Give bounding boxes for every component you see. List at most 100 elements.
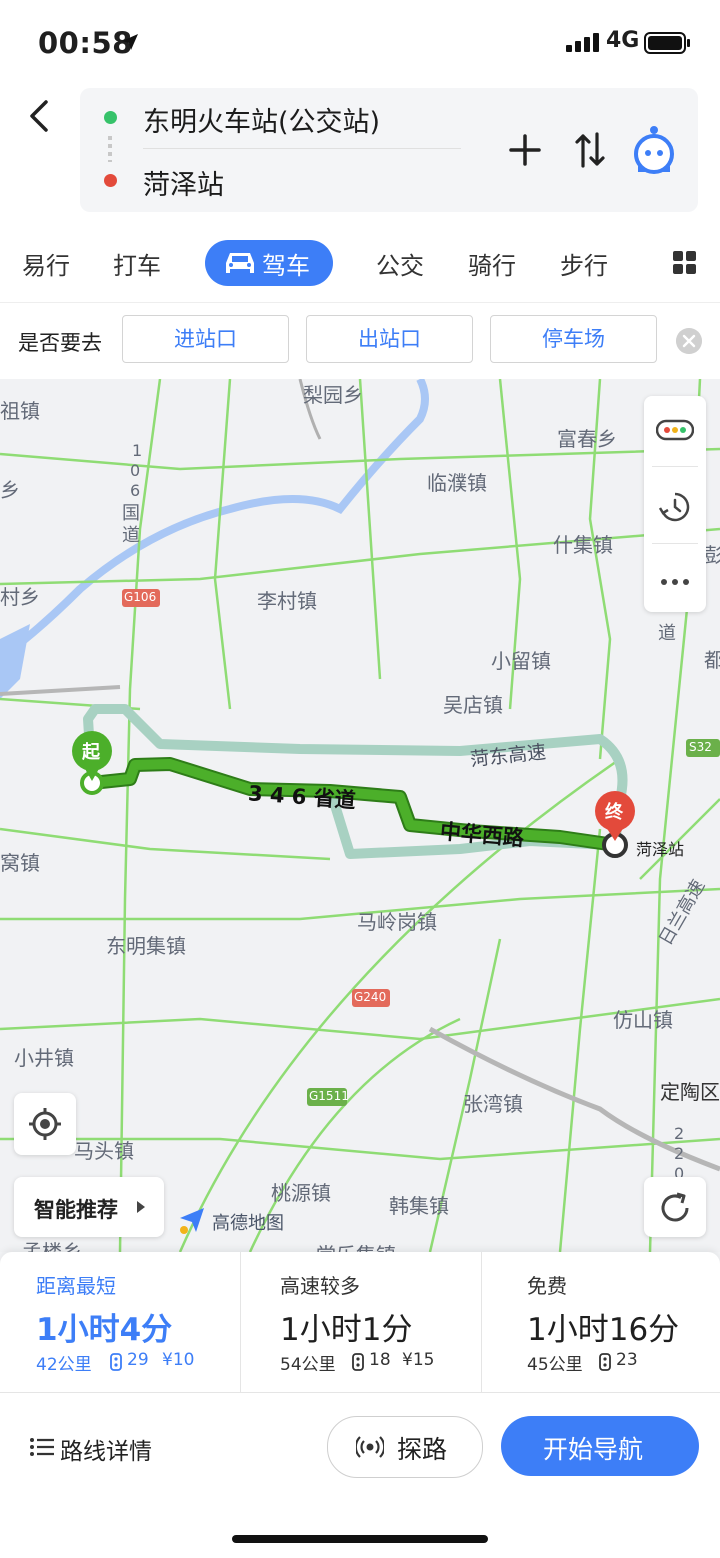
map-label: 0 bbox=[130, 461, 141, 480]
route-option-1-distance: 42公里 bbox=[36, 1355, 92, 1375]
tab-easy-travel[interactable]: 易行 bbox=[22, 246, 70, 281]
route-connector bbox=[108, 136, 112, 162]
option-divider bbox=[481, 1252, 482, 1392]
map-label: 马岭岗镇 bbox=[357, 910, 437, 934]
map-label: 道 bbox=[122, 525, 140, 546]
highway-badge: G106 bbox=[124, 590, 157, 604]
map-label: 都 bbox=[704, 648, 720, 672]
route-option-2-toll: ¥15 bbox=[402, 1350, 435, 1370]
map-label: 梨园乡 bbox=[303, 383, 363, 407]
traffic-layer-icon[interactable] bbox=[656, 418, 694, 442]
tool-divider bbox=[652, 543, 698, 544]
route-option-3-duration[interactable]: 1小时16分 bbox=[527, 1304, 679, 1349]
map-label: 小井镇 bbox=[14, 1046, 74, 1070]
close-prompt-icon[interactable] bbox=[676, 328, 702, 354]
map-label: 马头镇 bbox=[74, 1139, 134, 1163]
traffic-light-icon bbox=[110, 1353, 122, 1371]
smart-recommend-label: 智能推荐 bbox=[34, 1198, 118, 1222]
map-label: 彭 bbox=[704, 543, 720, 567]
route-option-2-duration[interactable]: 1小时1分 bbox=[280, 1304, 412, 1349]
car-icon bbox=[226, 253, 254, 273]
map-label: 临濮镇 bbox=[427, 471, 487, 495]
departure-time-icon[interactable] bbox=[658, 490, 692, 524]
map-label: 桃源镇 bbox=[271, 1181, 331, 1205]
route-option-3-title[interactable]: 免费 bbox=[527, 1270, 567, 1299]
explore-label: 探路 bbox=[397, 1435, 448, 1464]
signal-icon bbox=[566, 33, 599, 52]
map-label: 乡 bbox=[0, 478, 20, 502]
destination-label: 菏泽站 bbox=[636, 840, 685, 859]
map-label: 道 bbox=[658, 623, 676, 644]
map-label: 定陶区 bbox=[660, 1080, 720, 1104]
parking-button[interactable]: 停车场 bbox=[490, 315, 657, 363]
play-triangle-icon bbox=[137, 1201, 145, 1213]
tab-drive-label: 驾车 bbox=[262, 252, 310, 280]
route-option-3-distance: 45公里 bbox=[527, 1355, 583, 1375]
swap-route-icon[interactable] bbox=[574, 128, 606, 172]
map-label: 祖镇 bbox=[0, 399, 40, 423]
map-label: 2 bbox=[674, 1144, 685, 1163]
tab-walking[interactable]: 步行 bbox=[560, 246, 608, 281]
exit-button[interactable]: 出站口 bbox=[306, 315, 473, 363]
end-dot-icon bbox=[104, 174, 117, 187]
map-label: 张湾镇 bbox=[463, 1092, 523, 1116]
back-arrow-icon[interactable] bbox=[24, 98, 54, 134]
more-modes-grid-icon[interactable] bbox=[673, 251, 697, 275]
more-options-icon[interactable] bbox=[660, 578, 690, 586]
map-label: 东明集镇 bbox=[106, 934, 186, 958]
assistant-avatar-icon[interactable] bbox=[630, 124, 678, 174]
highway-badge: G240 bbox=[354, 990, 387, 1004]
route-details-button[interactable]: 路线详情 bbox=[60, 1432, 152, 1466]
map-label: 小留镇 bbox=[491, 649, 551, 673]
location-arrow-icon bbox=[122, 34, 138, 50]
start-location-field[interactable]: 东明火车站(公交站) bbox=[143, 100, 380, 139]
refresh-icon bbox=[661, 1192, 689, 1222]
route-option-1-lights: 29 bbox=[127, 1350, 149, 1370]
battery-icon bbox=[644, 32, 690, 54]
status-time: 00:58 bbox=[38, 26, 133, 60]
map-label: 吴店镇 bbox=[443, 693, 503, 717]
list-icon bbox=[30, 1438, 54, 1456]
field-divider bbox=[143, 148, 461, 149]
tab-transit[interactable]: 公交 bbox=[376, 246, 424, 281]
start-dot-icon bbox=[104, 111, 117, 124]
route-option-1-toll: ¥10 bbox=[162, 1350, 195, 1370]
panel-divider bbox=[0, 1392, 720, 1393]
highway-badge: S32 bbox=[689, 740, 712, 754]
map-label: 6 bbox=[130, 481, 141, 500]
brand-name: 高德地图 bbox=[212, 1213, 284, 1234]
map-label: 1 bbox=[132, 441, 143, 460]
map-label: 仿山镇 bbox=[613, 1008, 673, 1032]
map-label: 村乡 bbox=[0, 585, 40, 609]
add-waypoint-icon[interactable] bbox=[506, 128, 544, 172]
tab-taxi[interactable]: 打车 bbox=[113, 246, 161, 281]
map-label: 什集镇 bbox=[553, 533, 613, 557]
option-divider bbox=[240, 1252, 241, 1392]
route-option-1-duration[interactable]: 1小时4分 bbox=[36, 1304, 172, 1349]
map-label: 2 bbox=[674, 1124, 685, 1143]
map-view[interactable]: 梨园乡 祖镇 富春乡 临濮镇 1 0 6 国 道 G106 李村镇 什集镇 小留… bbox=[0, 379, 720, 1252]
route-option-1-title[interactable]: 距离最短 bbox=[36, 1270, 116, 1299]
amap-logo-icon bbox=[180, 1208, 204, 1234]
route-option-2-distance: 54公里 bbox=[280, 1355, 336, 1375]
entrance-button[interactable]: 进站口 bbox=[122, 315, 289, 363]
mode-tabs bbox=[0, 224, 720, 302]
destination-question: 是否要去 bbox=[18, 331, 102, 355]
route-option-3-lights: 23 bbox=[616, 1350, 638, 1370]
start-marker-label: 起 bbox=[82, 742, 100, 763]
map-label: 富春乡 bbox=[557, 427, 617, 451]
home-indicator[interactable] bbox=[232, 1535, 488, 1543]
tool-divider bbox=[652, 466, 698, 467]
end-location-field[interactable]: 菏泽站 bbox=[143, 163, 224, 202]
map-label: 李村镇 bbox=[257, 589, 317, 613]
map-label: 韩集镇 bbox=[389, 1194, 449, 1218]
network-type: 4G bbox=[606, 28, 640, 53]
map-label: 堂乐集镇 bbox=[316, 1239, 396, 1252]
map-label: 窝镇 bbox=[0, 851, 40, 875]
traffic-light-icon bbox=[352, 1353, 364, 1371]
highway-badge: G1511 bbox=[309, 1089, 349, 1103]
tab-cycling[interactable]: 骑行 bbox=[468, 246, 516, 281]
end-marker-label: 终 bbox=[605, 802, 623, 823]
route-option-2-title[interactable]: 高速较多 bbox=[280, 1270, 360, 1299]
map-label: 孟楼乡 bbox=[22, 1240, 82, 1252]
